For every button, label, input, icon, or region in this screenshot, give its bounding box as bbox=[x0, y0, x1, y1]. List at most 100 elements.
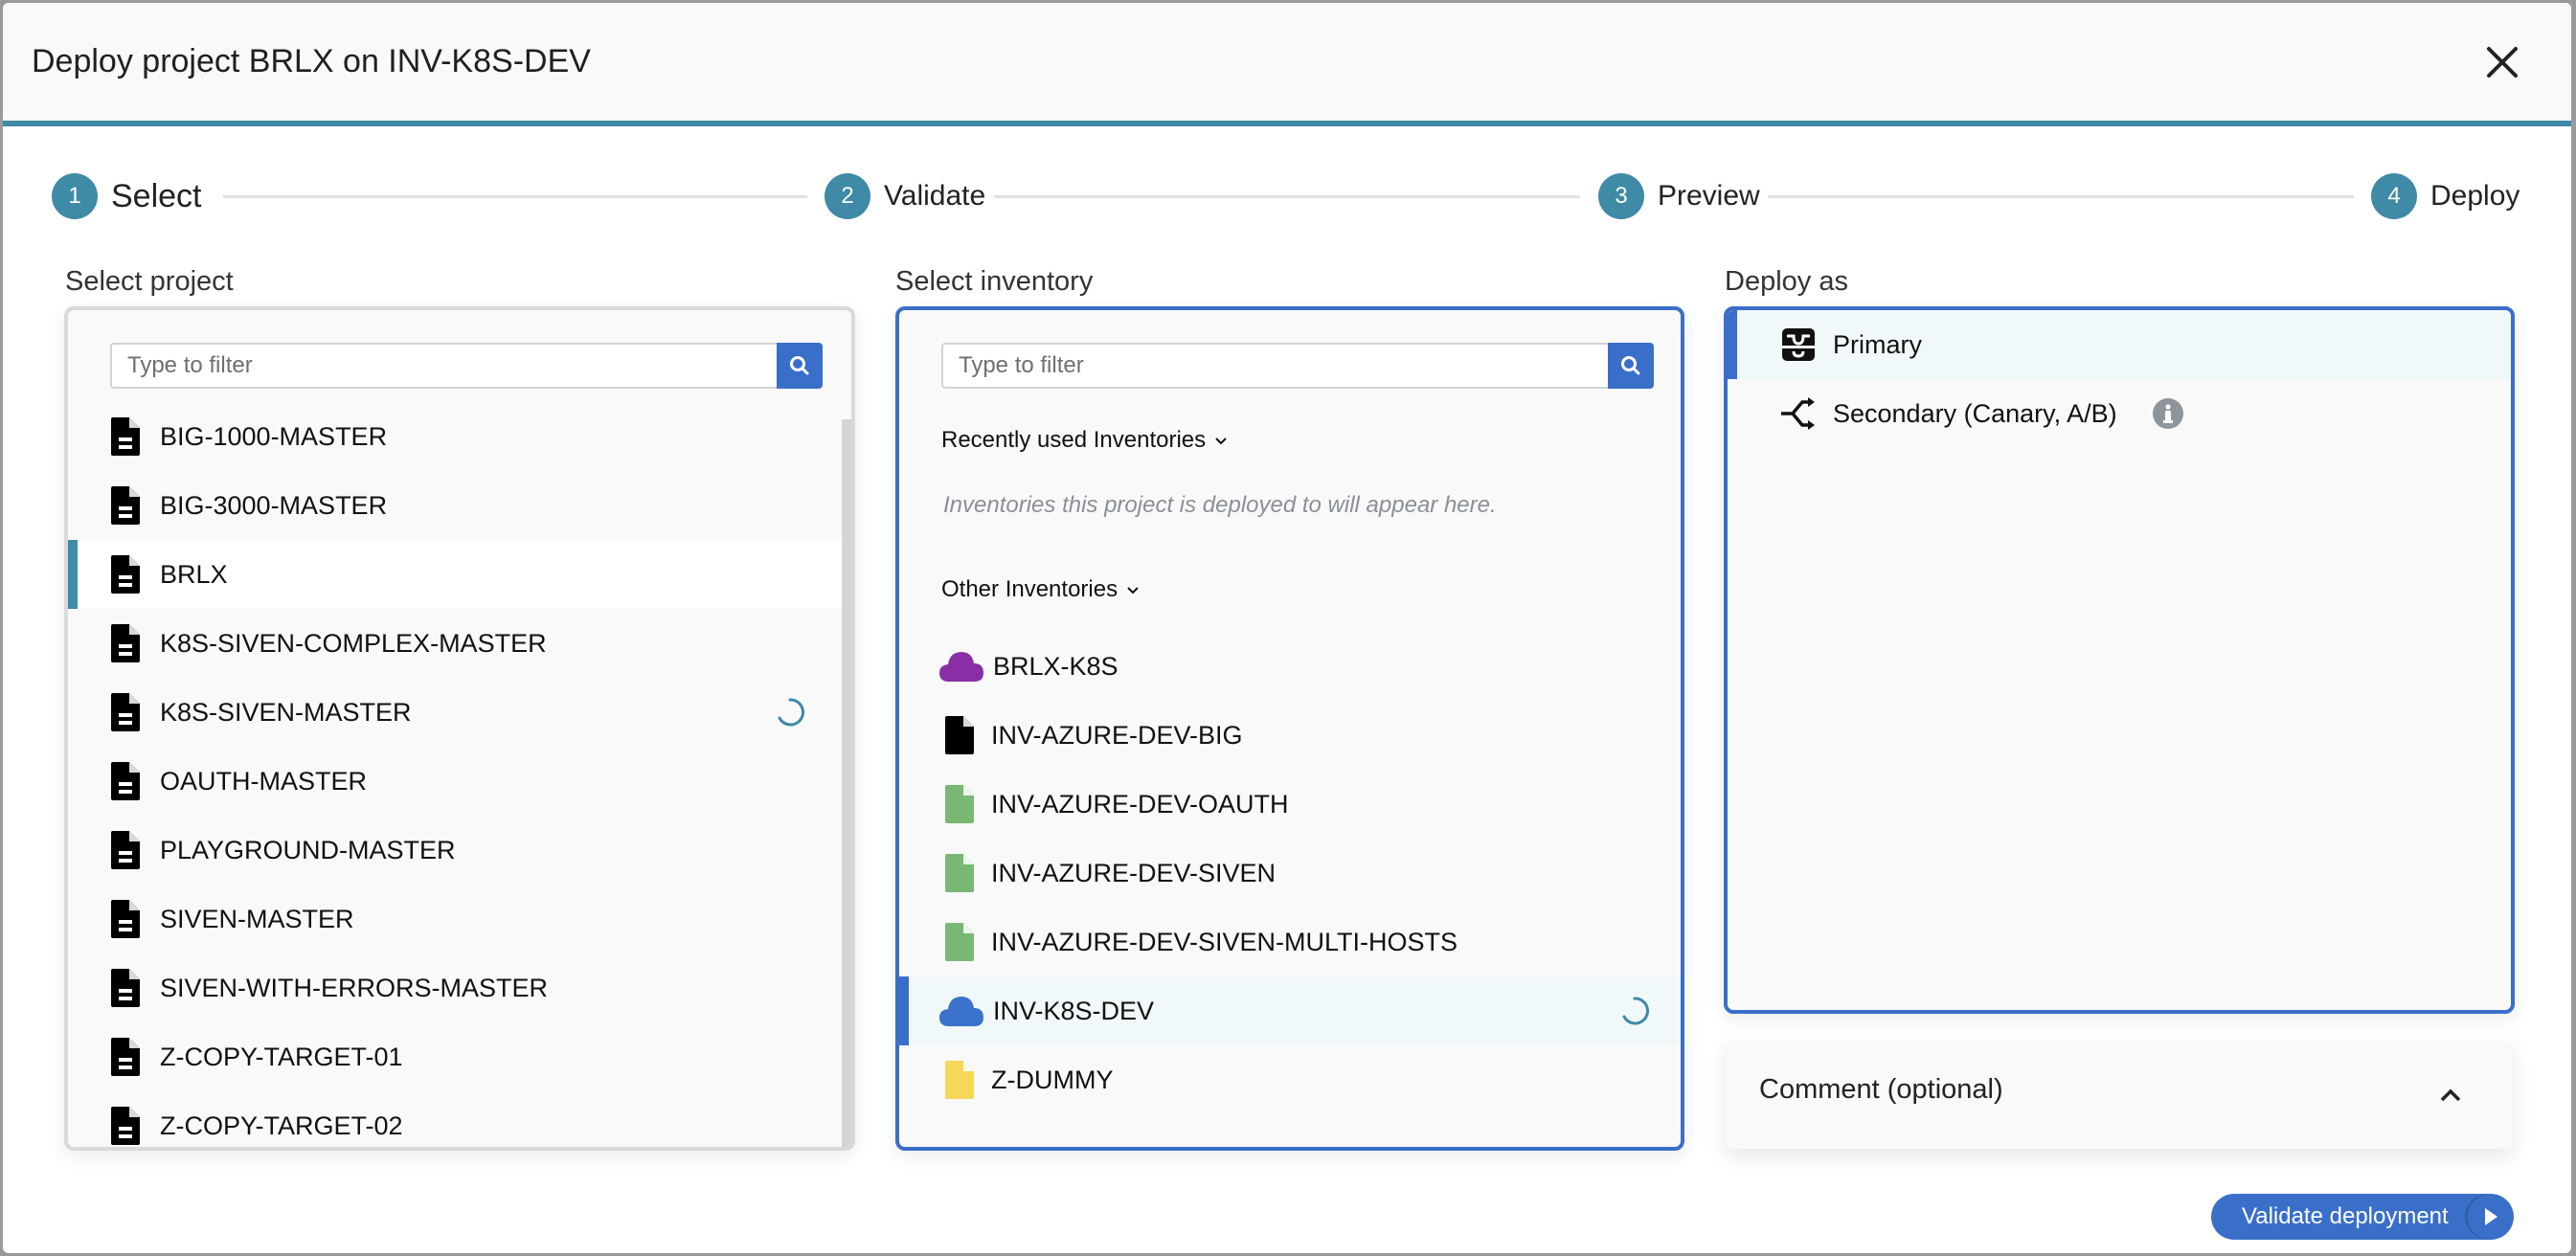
selection-indicator bbox=[68, 540, 78, 609]
project-list-scrollbar[interactable] bbox=[842, 419, 851, 1147]
step-number: 3 bbox=[1598, 173, 1644, 219]
comment-label: Comment (optional) bbox=[1759, 1074, 2003, 1105]
inventory-name: INV-AZURE-DEV-OAUTH bbox=[991, 789, 1289, 819]
loading-spinner bbox=[1622, 997, 1650, 1025]
project-name: PLAYGROUND-MASTER bbox=[160, 835, 456, 864]
deploy-option-primary[interactable]: Primary bbox=[1728, 310, 2511, 379]
project-name: OAUTH-MASTER bbox=[160, 766, 367, 796]
project-list-item[interactable]: BIG-1000-MASTER bbox=[68, 402, 846, 471]
inventory-filter bbox=[941, 343, 1654, 389]
file-icon bbox=[943, 784, 976, 824]
step-label: Preview bbox=[1658, 180, 1760, 212]
inventory-name: Z-DUMMY bbox=[991, 1065, 1114, 1094]
inventory-list-item[interactable]: INV-AZURE-DEV-SIVEN-MULTI-HOSTS bbox=[899, 908, 1681, 976]
project-list-item[interactable]: SIVEN-MASTER bbox=[68, 885, 846, 953]
project-name: Z-COPY-TARGET-02 bbox=[160, 1110, 403, 1140]
inventory-list-item[interactable]: BRLX-K8S bbox=[899, 632, 1681, 701]
close-button[interactable] bbox=[2483, 43, 2521, 81]
chevron-up-icon bbox=[2440, 1088, 2461, 1102]
project-name: BIG-1000-MASTER bbox=[160, 421, 388, 451]
inventory-list-item[interactable]: INV-AZURE-DEV-BIG bbox=[899, 701, 1681, 770]
info-icon[interactable] bbox=[2152, 397, 2184, 430]
file-icon bbox=[108, 899, 143, 939]
search-icon bbox=[790, 356, 809, 375]
step-connector bbox=[994, 195, 1580, 198]
project-list-item[interactable]: SIVEN-WITH-ERRORS-MASTER bbox=[68, 953, 846, 1022]
file-icon bbox=[108, 485, 143, 526]
step-label: Validate bbox=[884, 180, 986, 212]
chevron-down-icon bbox=[1215, 437, 1227, 445]
project-filter bbox=[110, 343, 823, 389]
file-icon bbox=[108, 623, 143, 663]
file-icon bbox=[108, 830, 143, 870]
step-connector bbox=[1768, 195, 2354, 198]
split-icon bbox=[1779, 394, 1818, 433]
step-number: 1 bbox=[52, 173, 98, 219]
file-icon bbox=[108, 968, 143, 1008]
project-list-item[interactable]: K8S-SIVEN-MASTER bbox=[68, 678, 846, 747]
file-icon bbox=[108, 692, 143, 732]
project-name: BRLX bbox=[160, 559, 228, 589]
project-list-item[interactable]: BIG-3000-MASTER bbox=[68, 471, 846, 540]
deploy-dialog: Deploy project BRLX on INV-K8S-DEV 1 Sel… bbox=[3, 3, 2571, 1253]
project-name: K8S-SIVEN-COMPLEX-MASTER bbox=[160, 628, 547, 658]
loading-spinner bbox=[778, 698, 805, 727]
other-inventories-toggle[interactable]: Other Inventories bbox=[941, 576, 1141, 603]
dialog-header: Deploy project BRLX on INV-K8S-DEV bbox=[3, 3, 2571, 126]
step-number: 4 bbox=[2371, 173, 2417, 219]
project-name: SIVEN-MASTER bbox=[160, 904, 354, 933]
chevron-down-icon bbox=[1127, 587, 1139, 594]
validate-button-label: Validate deployment bbox=[2242, 1203, 2449, 1229]
file-icon bbox=[108, 554, 143, 594]
inventory-name: BRLX-K8S bbox=[993, 651, 1119, 681]
file-icon bbox=[108, 416, 143, 457]
search-icon bbox=[1621, 356, 1640, 375]
comment-accordion[interactable]: Comment (optional) bbox=[1727, 1042, 2512, 1149]
selection-indicator bbox=[1728, 310, 1737, 379]
inventory-name: INV-AZURE-DEV-SIVEN bbox=[991, 858, 1277, 887]
recent-inventories-empty-note: Inventories this project is deployed to … bbox=[943, 492, 1497, 518]
deploy-option-secondary[interactable]: Secondary (Canary, A/B) bbox=[1728, 379, 2511, 448]
project-name: SIVEN-WITH-ERRORS-MASTER bbox=[160, 973, 548, 1002]
select-project-label: Select project bbox=[65, 266, 234, 297]
project-list-item[interactable]: OAUTH-MASTER bbox=[68, 747, 846, 816]
inventory-search-button[interactable] bbox=[1608, 343, 1654, 389]
project-name: Z-COPY-TARGET-01 bbox=[160, 1042, 403, 1071]
project-list-item[interactable]: PLAYGROUND-MASTER bbox=[68, 816, 846, 885]
project-search-button[interactable] bbox=[777, 343, 823, 389]
step-label: Select bbox=[111, 177, 202, 214]
recent-inventories-toggle[interactable]: Recently used Inventories bbox=[941, 427, 1229, 454]
file-icon bbox=[943, 715, 976, 755]
project-list-item[interactable]: BRLX bbox=[68, 540, 846, 609]
inventory-list-panel: Recently used Inventories Inventories th… bbox=[895, 306, 1684, 1151]
inventory-list-item[interactable]: INV-AZURE-DEV-OAUTH bbox=[899, 770, 1681, 839]
project-list-item[interactable]: K8S-SIVEN-COMPLEX-MASTER bbox=[68, 609, 846, 678]
inventory-name: INV-AZURE-DEV-BIG bbox=[991, 720, 1243, 750]
play-icon bbox=[2468, 1194, 2514, 1240]
validate-deployment-button[interactable]: Validate deployment bbox=[2211, 1194, 2514, 1240]
inbox-icon bbox=[1779, 325, 1818, 364]
deploy-as-label: Deploy as bbox=[1725, 266, 1848, 297]
stepper: 1 Select 2 Validate 3 Preview 4 Deploy bbox=[3, 173, 2571, 219]
project-list-item[interactable]: Z-COPY-TARGET-01 bbox=[68, 1022, 846, 1091]
project-filter-input[interactable] bbox=[110, 343, 777, 389]
dialog-title: Deploy project BRLX on INV-K8S-DEV bbox=[32, 43, 591, 79]
step-deploy[interactable]: 4 Deploy bbox=[2371, 173, 2520, 219]
project-list-item[interactable]: Z-COPY-TARGET-02 bbox=[68, 1091, 846, 1147]
selection-indicator bbox=[899, 976, 909, 1045]
inventory-list-item[interactable]: Z-DUMMY bbox=[899, 1045, 1681, 1114]
inventory-list-item[interactable]: INV-K8S-DEV bbox=[899, 976, 1681, 1045]
project-list-panel: BIG-1000-MASTER BIG-3000-MASTER BRLX K8S-SI… bbox=[64, 306, 855, 1151]
inventory-name: INV-K8S-DEV bbox=[993, 996, 1155, 1025]
inventory-filter-input[interactable] bbox=[941, 343, 1608, 389]
recent-inventories-header: Recently used Inventories bbox=[941, 427, 1207, 453]
inventory-list-item[interactable]: INV-AZURE-DEV-SIVEN bbox=[899, 839, 1681, 908]
step-preview[interactable]: 3 Preview bbox=[1598, 173, 1760, 219]
deploy-option-label: Secondary (Canary, A/B) bbox=[1833, 398, 2117, 428]
step-select[interactable]: 1 Select bbox=[52, 173, 202, 219]
file-icon bbox=[943, 922, 976, 962]
step-validate[interactable]: 2 Validate bbox=[825, 173, 985, 219]
project-name: K8S-SIVEN-MASTER bbox=[160, 697, 412, 727]
file-icon bbox=[108, 1106, 143, 1146]
file-icon bbox=[943, 1060, 976, 1100]
